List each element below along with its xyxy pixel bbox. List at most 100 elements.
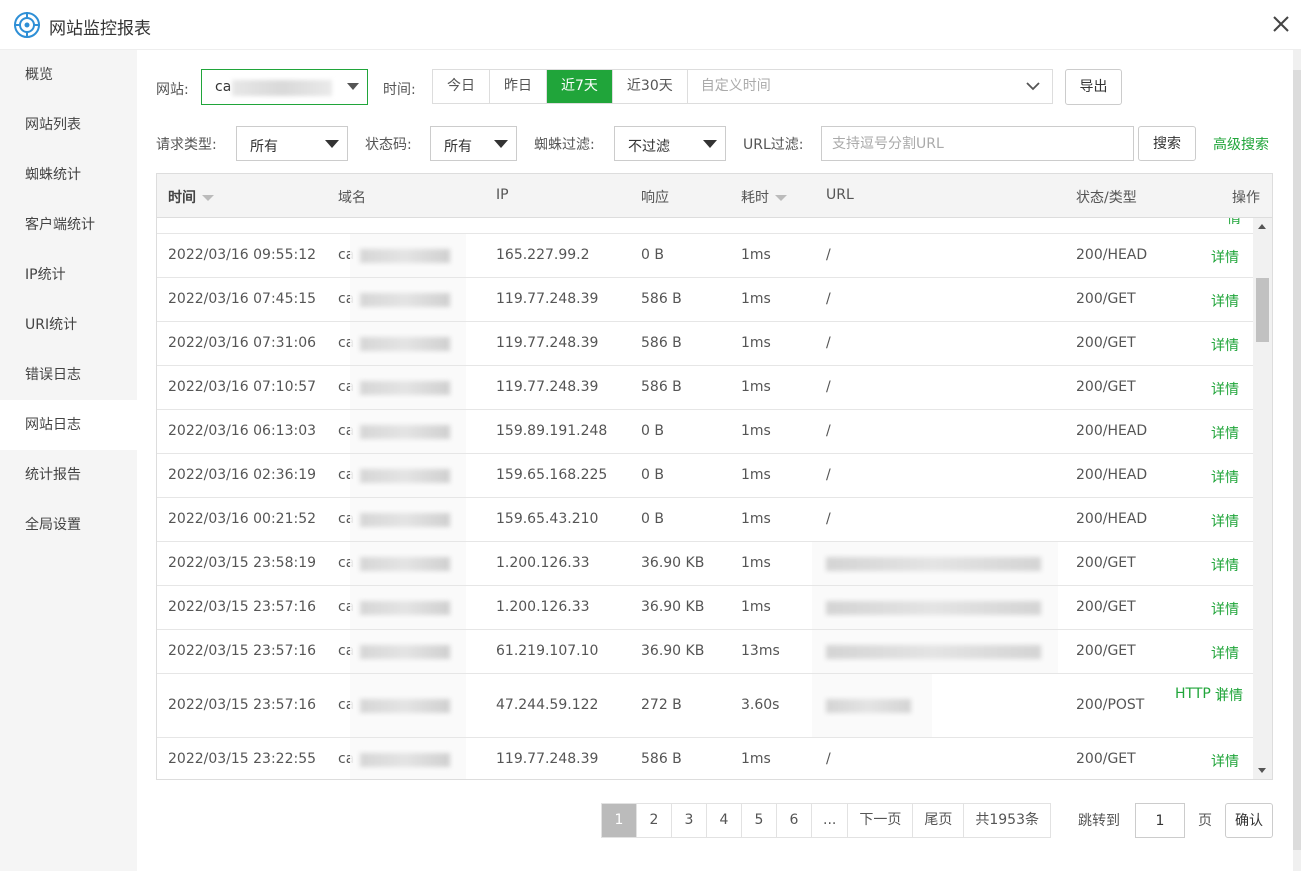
time-yesterday-button[interactable]: 昨日 <box>490 70 547 103</box>
row-detail-link[interactable]: 详情 <box>1211 643 1239 663</box>
row-detail-link[interactable]: 详情 <box>1211 335 1239 355</box>
row-detail-link[interactable]: 详情 <box>1211 555 1239 575</box>
cell-duration: 3.60s <box>741 697 780 713</box>
url-blurred <box>812 542 1058 585</box>
row-detail-link[interactable]: 详情 <box>1211 686 1243 707</box>
spider-filter-select[interactable]: 不过滤 <box>614 126 726 161</box>
next-page-button[interactable]: 下一页 <box>848 804 914 837</box>
domain-blurred <box>350 410 466 453</box>
site-select-value: ca <box>215 79 232 95</box>
domain-blurred <box>350 322 466 365</box>
url-filter-input[interactable] <box>821 126 1134 161</box>
advanced-search-link[interactable]: 高级搜索 <box>1213 134 1269 154</box>
domain-blurred <box>350 454 466 497</box>
cell-time: 2022/03/16 07:10:57 <box>168 379 317 395</box>
cell-duration: 1ms <box>741 511 771 527</box>
cell-response: 586 B <box>641 291 682 307</box>
time-7days-button[interactable]: 近7天 <box>547 70 613 103</box>
page-button-2[interactable]: 2 <box>637 804 672 837</box>
scroll-down-icon[interactable] <box>1258 768 1266 773</box>
time-today-button[interactable]: 今日 <box>433 70 490 103</box>
caret-down-icon <box>325 140 339 148</box>
sidebar-item-global-settings[interactable]: 全局设置 <box>0 500 137 550</box>
row-detail-link[interactable]: 详情 <box>1211 247 1239 267</box>
header-time[interactable]: 时间 <box>168 187 214 207</box>
page-button-4[interactable]: 4 <box>707 804 742 837</box>
table-header: 时间 域名 IP 响应 耗时 URL 状态/类型 操作 <box>157 174 1272 218</box>
sidebar-item-client-stats[interactable]: 客户端统计 <box>0 200 137 250</box>
row-detail-link[interactable]: 详情 <box>1211 467 1239 487</box>
request-type-select[interactable]: 所有 <box>236 126 348 161</box>
main-panel: 网站: ca 时间: 今日 昨日 近7天 近30天 自定义时间 导出 请求类型:… <box>137 50 1301 871</box>
scroll-up-icon[interactable] <box>1258 224 1266 229</box>
cell-response: 36.90 KB <box>641 555 705 571</box>
row-detail-link[interactable]: 详情 <box>1211 751 1239 771</box>
sidebar-item-error-log[interactable]: 错误日志 <box>0 350 137 400</box>
sidebar-item-spider-stats[interactable]: 蜘蛛统计 <box>0 150 137 200</box>
table-row: 2022/03/15 23:57:16 ca 61.219.107.10 36.… <box>157 630 1253 674</box>
confirm-jump-button[interactable]: 确认 <box>1225 803 1273 838</box>
row-detail-link[interactable]: 详情 <box>1211 423 1239 443</box>
table-row: 2022/03/16 02:36:19 ca 159.65.168.225 0 … <box>157 454 1253 498</box>
page-button-5[interactable]: 5 <box>742 804 777 837</box>
custom-time-picker[interactable]: 自定义时间 <box>688 70 1052 103</box>
url-blurred <box>812 586 1058 629</box>
table-row: 2022/03/16 07:10:57 ca 119.77.248.39 586… <box>157 366 1253 410</box>
site-label: 网站: <box>156 82 189 98</box>
status-code-value: 所有 <box>444 139 472 155</box>
domain-blurred <box>350 542 466 585</box>
page-scroll-thumb[interactable] <box>1293 70 1301 850</box>
page-button-3[interactable]: 3 <box>672 804 707 837</box>
row-http-link[interactable]: HTTP <box>1175 686 1211 702</box>
cell-status: 200/HEAD <box>1076 423 1148 439</box>
page-scrollbar[interactable] <box>1293 50 1301 871</box>
search-button[interactable]: 搜索 <box>1138 126 1196 161</box>
page-ellipsis: ... <box>812 804 849 837</box>
cell-url: / <box>826 379 831 395</box>
table-scrollbar[interactable] <box>1253 218 1272 779</box>
table-row: 2022/03/15 23:57:16 ca 1.200.126.33 36.9… <box>157 586 1253 630</box>
cell-ip: 165.227.99.2 <box>496 247 590 263</box>
sidebar-item-report[interactable]: 统计报告 <box>0 450 137 500</box>
row-detail-link[interactable]: 详情 <box>1211 599 1239 619</box>
sidebar-item-site-log[interactable]: 网站日志 <box>0 400 137 450</box>
page-button-6[interactable]: 6 <box>777 804 812 837</box>
jump-page-input[interactable] <box>1135 803 1185 838</box>
last-page-button[interactable]: 尾页 <box>913 804 965 837</box>
cell-status: 200/HEAD <box>1076 467 1148 483</box>
row-detail-link[interactable]: 详情 <box>1211 379 1239 399</box>
sidebar-item-overview[interactable]: 概览 <box>0 50 137 100</box>
table-row: 2022/03/16 07:31:06 ca 119.77.248.39 586… <box>157 322 1253 366</box>
status-code-label: 状态码: <box>365 137 412 153</box>
header-duration[interactable]: 耗时 <box>741 187 787 207</box>
url-blurred <box>812 674 932 737</box>
row-detail-link[interactable]: 详情 <box>1211 291 1239 311</box>
cell-url: / <box>826 423 831 439</box>
cell-status: 200/HEAD <box>1076 247 1148 263</box>
cell-ip: 159.65.168.225 <box>496 467 608 483</box>
page-button-1[interactable]: 1 <box>602 804 637 837</box>
caret-down-icon <box>347 83 359 90</box>
row-detail-link[interactable]: 详情 <box>1211 511 1239 531</box>
report-window: 网站监控报表 概览 网站列表 蜘蛛统计 客户端统计 IP统计 URI统计 错误日… <box>0 0 1301 871</box>
cell-duration: 1ms <box>741 335 771 351</box>
cell-duration: 1ms <box>741 599 771 615</box>
status-code-select[interactable]: 所有 <box>430 126 517 161</box>
sidebar-item-ip-stats[interactable]: IP统计 <box>0 250 137 300</box>
sidebar-item-site-list[interactable]: 网站列表 <box>0 100 137 150</box>
close-icon[interactable] <box>1271 14 1291 34</box>
export-button[interactable]: 导出 <box>1065 69 1122 105</box>
caret-down-icon <box>494 140 508 148</box>
sort-icon <box>202 195 214 201</box>
cell-time: 2022/03/16 09:55:12 <box>168 247 317 263</box>
table-row: 2022/03/16 06:13:03 ca 159.89.191.248 0 … <box>157 410 1253 454</box>
url-filter-label: URL过滤: <box>743 137 804 153</box>
row-detail-link[interactable]: 情 <box>1227 218 1241 228</box>
scroll-thumb[interactable] <box>1256 278 1269 342</box>
sidebar-item-uri-stats[interactable]: URI统计 <box>0 300 137 350</box>
site-select[interactable]: ca <box>201 69 368 105</box>
time-30days-button[interactable]: 近30天 <box>613 70 688 103</box>
url-blurred <box>812 630 1058 673</box>
domain-blurred <box>350 234 466 277</box>
cell-url: / <box>826 511 831 527</box>
